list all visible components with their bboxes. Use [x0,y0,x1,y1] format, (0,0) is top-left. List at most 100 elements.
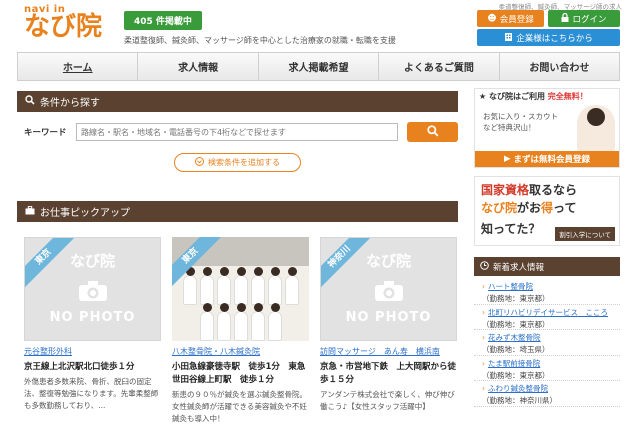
login-button[interactable]: ログイン [548,10,620,27]
new-jobs-header: 新着求人情報 [474,257,620,276]
lock-icon [561,12,569,25]
search-section-title: 条件から探す [40,98,100,109]
new-jobs-list: ハート整骨院 （勤務地：東京都） 北町リハビリデイサービス こころ （勤務地：東… [474,279,620,407]
banner2-orange-text: なび院 [481,201,518,215]
nav-faq[interactable]: よくあるご質問 [379,53,500,80]
person-icon: ☻ [487,13,497,24]
new-job-link[interactable]: ふわり鍼灸整骨院 [482,383,620,394]
person-figure [284,266,299,305]
site-logo[interactable]: navi in なび院 [24,4,102,41]
list-item[interactable]: ふわり鍼灸整骨院 （勤務地：神奈川県） [474,381,620,407]
free-registration-cta[interactable]: ▶ まずは無料会員登録 [475,151,619,167]
search-icon [426,124,439,140]
add-condition-button[interactable]: 検索条件を追加する [174,153,301,172]
company-link-button[interactable]: 企業様はこちらから [477,29,620,46]
job-title-link[interactable]: 訪問マッサージ あん寿 横浜南 [320,346,457,357]
nav-home[interactable]: ホーム [18,53,139,80]
new-job-area: （勤務地：東京都） [482,319,550,329]
search-button[interactable] [407,122,458,142]
new-job-link[interactable]: たま駅前接骨院 [482,358,620,369]
person-figure [250,266,265,305]
camera-icon [78,280,108,305]
nav-post-job[interactable]: 求人掲載希望 [259,53,380,80]
person-figure [216,303,231,341]
banner2-line2: なび院がお得って [481,199,576,216]
free-registration-banner[interactable]: ★ なび院はご利用 完全無料！ お気に入り・スカウト など特典沢山！ ▶ まずは… [474,88,620,168]
banner2-line3: 知ってた？ [481,222,541,236]
new-job-area: （勤務地：東京都） [482,294,550,303]
person-figure [233,266,248,305]
banner-benefit-line: お気に入り・スカウト [483,112,558,121]
job-title-link[interactable]: 元谷整形外科 [24,346,161,357]
discount-badge[interactable]: 割引入学について [555,227,615,241]
keyword-search-input[interactable] [76,123,398,141]
banner2-text: がお [517,201,542,215]
building-icon [504,32,513,44]
new-job-link[interactable]: 花みず木整骨院 [482,332,620,343]
new-job-link[interactable]: 北町リハビリデイサービス こころ [482,307,620,318]
site-tagline: 柔道整復師、鍼灸師、マッサージ師を中心とした治療家の就職・転職を支援 [124,36,396,45]
new-job-area: （勤務地：埼玉県） [482,345,550,354]
banner-benefits: お気に入り・スカウト など特典沢山！ [483,111,558,133]
briefcase-icon [25,205,35,218]
job-description: 新患の９０％が鍼灸を選ぶ鍼灸整骨院。女性鍼灸師が活躍できる美容鍼灸や不妊鍼灸も導… [172,390,307,423]
arrow-right-icon: ▶ [503,154,511,164]
logo-title: なび院 [24,12,103,42]
search-icon [25,95,35,108]
license-discount-banner[interactable]: 国家資格取るなら なび院がお得って 知ってた？ 割引入学について [474,176,620,246]
new-job-area: （勤務地：神奈川県） [482,396,557,405]
woman-illustration [577,105,615,151]
person-figure [199,303,214,341]
job-card[interactable]: なび院 NO PHOTO 神奈川 訪問マッサージ あん寿 横浜南 京急・市営地下… [320,237,457,413]
job-card[interactable]: 東京 八木整骨院・八木鍼灸院 小田急線豪徳寺駅 徒歩1分 東急世田谷線上町駅 徒… [172,237,309,425]
person-figure [267,266,282,305]
clinic-staff-photo[interactable]: 東京 [172,237,309,341]
keyword-label: キーワード [24,128,67,138]
nav-contact[interactable]: お問い合わせ [500,53,619,80]
listing-count-badge: 405 件掲載中 [124,11,202,30]
banner2-text: って [553,201,577,215]
banner-title-prefix: なび院はご利用 [488,92,545,101]
clock-icon [480,260,489,273]
list-item[interactable]: たま駅前接骨院 （勤務地：東京都） [474,356,620,381]
register-label: 会員登録 [499,14,534,25]
new-jobs-title: 新着求人情報 [493,262,545,273]
company-label: 企業様はこちらから [516,33,593,44]
no-photo-text: NO PHOTO [49,310,136,325]
person-figure [182,266,197,305]
pickup-section-title: お仕事ピックアップ [40,208,130,219]
no-photo-placeholder[interactable]: なび院 NO PHOTO 東京 [24,237,161,341]
star-icon: ★ [479,92,487,101]
free-registration-label: まずは無料会員登録 [513,155,591,165]
person-figure [267,303,282,341]
login-label: ログイン [572,14,607,25]
banner2-text: 取るなら [529,183,578,197]
nav-jobs[interactable]: 求人情報 [138,53,259,80]
banner-title-emphasis: 完全無料！ [547,92,588,101]
main-nav: ホーム 求人情報 求人掲載希望 よくあるご質問 お問い合わせ [17,52,620,81]
no-photo-placeholder[interactable]: なび院 NO PHOTO 神奈川 [320,237,457,341]
person-figure [233,303,248,341]
person-figure [250,303,265,341]
job-access: 京急・市営地下鉄 上大岡駅から徒歩１５分 [320,362,457,385]
new-job-area: （勤務地：東京都） [482,370,550,380]
banner-title: ★ なび院はご利用 完全無料！ [479,91,588,102]
job-card[interactable]: なび院 NO PHOTO 東京 元谷整形外科 京王線上北沢駅北口徒歩１分 外傷患… [24,237,161,412]
job-description: アンダンテ株式会社で楽しく、伸び伸び働こう♪【女性スタッフ活躍中】 [320,390,455,411]
search-section-header: 条件から探す [17,91,458,112]
staff-group-image [180,266,301,341]
list-item[interactable]: ハート整骨院 （勤務地：東京都） [474,279,620,305]
list-item[interactable]: 北町リハビリデイサービス こころ （勤務地：東京都） [474,305,620,330]
job-title-link[interactable]: 八木整骨院・八木鍼灸院 [172,346,309,357]
banner-benefit-line: など特典沢山！ [483,123,536,132]
new-job-link[interactable]: ハート整骨院 [482,281,620,292]
banner2-line1: 国家資格取るなら [481,181,577,198]
camera-icon [374,280,404,305]
register-button[interactable]: ☻ 会員登録 [477,10,544,27]
job-access: 京王線上北沢駅北口徒歩１分 [24,362,135,372]
no-photo-text: NO PHOTO [345,310,432,325]
pickup-section-header: お仕事ピックアップ [17,201,458,222]
banner2-red-text: 国家資格 [481,183,530,197]
list-item[interactable]: 花みず木整骨院 （勤務地：埼玉県） [474,330,620,356]
add-condition-label: 検索条件を追加する [208,158,280,167]
